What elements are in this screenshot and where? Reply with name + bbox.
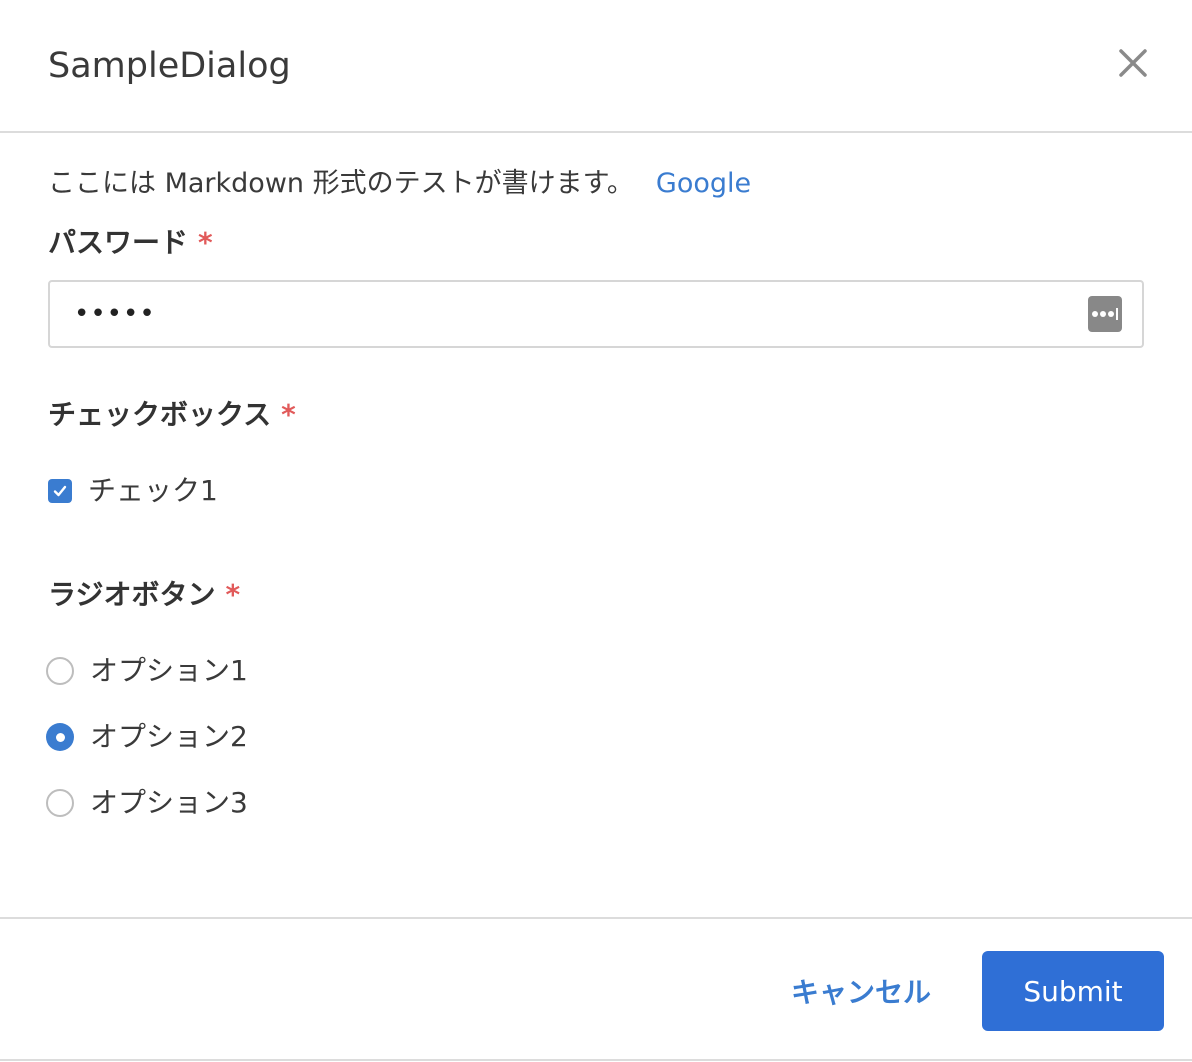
close-button[interactable]	[1110, 40, 1156, 86]
checkbox-required-mark: *	[281, 398, 296, 431]
google-link[interactable]: Google	[656, 168, 751, 199]
sample-dialog: SampleDialog ここには Markdown 形式のテストが書けます。 G…	[0, 0, 1192, 1062]
cancel-button[interactable]: キャンセル	[770, 951, 952, 1031]
submit-button[interactable]: Submit	[982, 951, 1164, 1031]
radio-option-3[interactable]: オプション3	[46, 783, 248, 823]
radio-option-2[interactable]: オプション2	[46, 717, 248, 757]
password-label-text: パスワード	[48, 226, 189, 259]
checkbox-group-label-text: チェックボックス	[48, 398, 272, 431]
radio-group-label-text: ラジオボタン	[48, 578, 216, 611]
bottom-divider	[0, 1059, 1192, 1061]
checkbox-checked[interactable]	[48, 479, 72, 503]
password-required-mark: *	[198, 226, 213, 259]
dialog-title: SampleDialog	[48, 46, 291, 86]
radio-option-label: オプション2	[90, 720, 248, 753]
checkbox-group-label: チェックボックス *	[48, 397, 296, 433]
radio-option-label: オプション1	[90, 654, 248, 687]
dialog-body: ここには Markdown 形式のテストが書けます。 Google パスワード * …	[0, 135, 1192, 917]
radio-required-mark: *	[225, 578, 241, 611]
markdown-description: ここには Markdown 形式のテストが書けます。 Google	[48, 165, 751, 203]
password-input[interactable]: •••••	[48, 280, 1144, 348]
radio-button-unselected[interactable]	[46, 789, 74, 817]
description-text: ここには Markdown 形式のテストが書けます。	[48, 168, 634, 199]
checkbox-item-label: チェック1	[88, 474, 218, 507]
close-icon	[1119, 49, 1147, 77]
radio-button-selected[interactable]	[46, 723, 74, 751]
checkmark-icon	[53, 485, 67, 497]
dots-icon	[1092, 308, 1118, 320]
radio-option-label: オプション3	[90, 786, 248, 819]
radio-group-label: ラジオボタン *	[48, 577, 240, 613]
radio-dot	[55, 732, 65, 742]
password-manager-icon[interactable]	[1088, 296, 1122, 332]
checkbox-item-check1[interactable]: チェック1	[48, 471, 218, 511]
dialog-footer: キャンセル Submit	[0, 917, 1192, 1062]
password-label: パスワード *	[48, 225, 213, 261]
radio-option-1[interactable]: オプション1	[46, 651, 248, 691]
dialog-header: SampleDialog	[0, 0, 1192, 133]
password-masked-value: •••••	[74, 299, 156, 329]
radio-button-unselected[interactable]	[46, 657, 74, 685]
